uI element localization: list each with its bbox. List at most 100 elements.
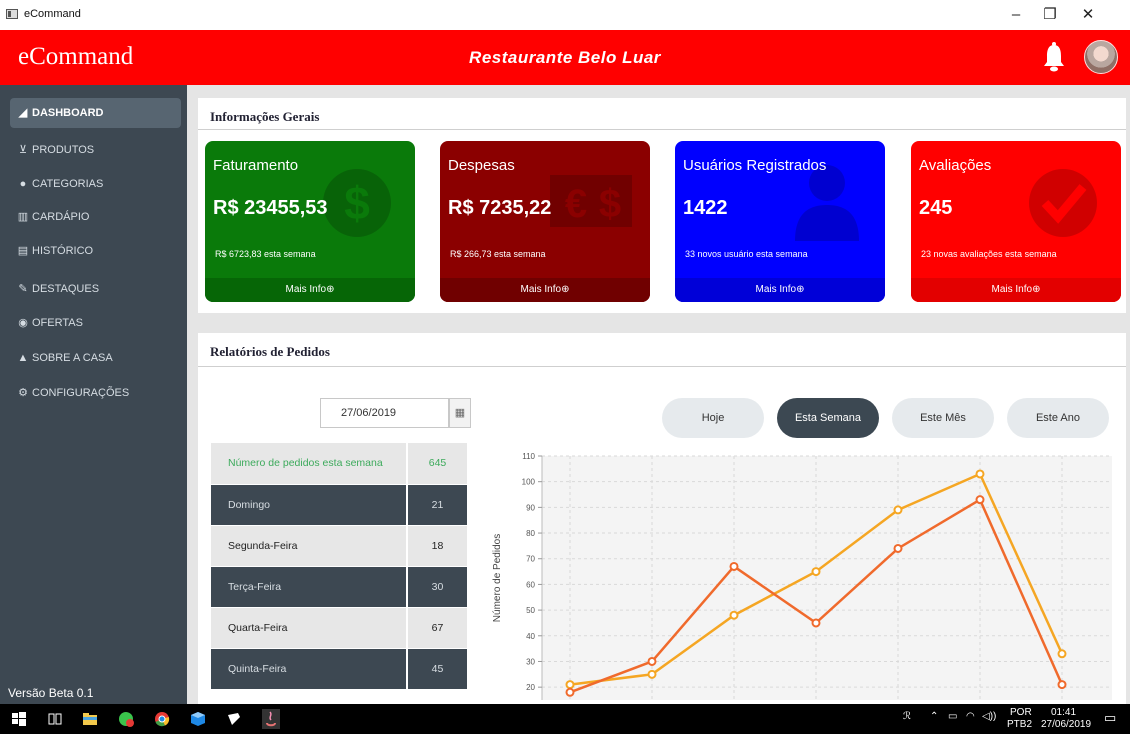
card-title: Despesas bbox=[448, 157, 515, 174]
data-point bbox=[729, 610, 739, 620]
row-label: Número de pedidos esta semana bbox=[211, 443, 407, 485]
app-header: eCommand Restaurante Belo Luar bbox=[0, 30, 1130, 85]
panel-divider bbox=[198, 366, 1126, 367]
mouse-tool-icon[interactable] bbox=[226, 711, 242, 727]
language-indicator[interactable]: POR bbox=[1010, 707, 1032, 718]
maximize-button[interactable]: ❐ bbox=[1034, 4, 1066, 26]
svg-text:$: $ bbox=[599, 182, 621, 226]
filter-hoje[interactable]: Hoje bbox=[662, 398, 764, 438]
offer-icon: ◉ bbox=[18, 317, 28, 329]
sidebar-item-historico[interactable]: ▤ HISTÓRICO bbox=[10, 236, 181, 266]
windows-taskbar: ℛ ⌃ ▭ ◠ ◁)) POR PTB2 01:41 27/06/2019 ▭ bbox=[0, 704, 1130, 734]
orders-line-chart: 20 30 40 50 60 70 80 90 100 110 Número de Pedidos bbox=[492, 452, 1112, 700]
sidebar-item-ofertas[interactable]: ◉ OFERTAS bbox=[10, 308, 181, 338]
data-point bbox=[565, 680, 575, 690]
clock-date[interactable]: 27/06/2019 bbox=[1041, 719, 1091, 730]
card-value: 245 bbox=[919, 197, 953, 219]
data-point bbox=[893, 505, 903, 515]
table-row-total: Número de pedidos esta semana 645 bbox=[211, 443, 467, 485]
tray-chevron-icon[interactable]: ⌃ bbox=[930, 711, 938, 722]
card-avaliacoes: Avaliações 245 23 novas avaliações esta … bbox=[911, 141, 1121, 302]
y-tick-label: 60 bbox=[526, 580, 535, 589]
sidebar-item-categorias[interactable]: ● CATEGORIAS bbox=[10, 169, 181, 199]
more-info-link[interactable]: Mais Info⊕ bbox=[675, 278, 885, 302]
settings-icon: ⚙ bbox=[18, 387, 28, 399]
window-title: eCommand bbox=[24, 8, 81, 20]
data-point bbox=[1057, 680, 1067, 690]
row-label: Terça-Feira bbox=[211, 566, 407, 608]
version-label: Versão Beta 0.1 bbox=[8, 686, 94, 700]
data-point bbox=[729, 561, 739, 571]
notification-center-icon[interactable]: ▭ bbox=[1104, 710, 1116, 726]
row-label: Quarta-Feira bbox=[211, 607, 407, 649]
card-title: Avaliações bbox=[919, 157, 992, 174]
more-info-link[interactable]: Mais Info⊕ bbox=[911, 278, 1121, 302]
sidebar-item-cardapio[interactable]: ▥ CARDÁPIO bbox=[10, 202, 181, 232]
people-icon[interactable]: ℛ bbox=[903, 711, 911, 722]
sidebar-item-configuracoes[interactable]: ⚙ CONFIGURAÇÕES bbox=[10, 378, 181, 408]
date-input[interactable]: 27/06/2019 bbox=[320, 398, 449, 428]
card-title: Usuários Registrados bbox=[683, 157, 827, 174]
sidebar-item-label: PRODUTOS bbox=[32, 144, 95, 156]
java-app-icon[interactable] bbox=[262, 709, 280, 729]
row-value: 645 bbox=[406, 443, 467, 485]
more-info-link[interactable]: Mais Info⊕ bbox=[205, 278, 415, 302]
card-despesas: € $ Despesas R$ 7235,22 R$ 266,73 esta s… bbox=[440, 141, 650, 302]
windows-start-icon[interactable] bbox=[11, 711, 27, 727]
y-tick-label: 50 bbox=[526, 606, 535, 615]
card-subtitle: R$ 266,73 esta semana bbox=[450, 249, 546, 259]
keyboard-layout[interactable]: PTB2 bbox=[1007, 719, 1032, 730]
notification-bell-icon[interactable] bbox=[1043, 42, 1065, 72]
wifi-icon[interactable]: ◠ bbox=[966, 711, 975, 722]
sidebar-item-label: DASHBOARD bbox=[32, 107, 104, 119]
data-point bbox=[975, 469, 985, 479]
check-icon bbox=[1029, 169, 1097, 237]
y-tick-label: 20 bbox=[526, 683, 535, 692]
minimize-button[interactable]: – bbox=[1000, 4, 1032, 26]
money-icon: € $ bbox=[550, 175, 632, 227]
data-point bbox=[893, 543, 903, 553]
data-point bbox=[647, 656, 657, 666]
virtualbox-icon[interactable] bbox=[190, 711, 206, 727]
data-point bbox=[811, 618, 821, 628]
filter-esta-semana[interactable]: Esta Semana bbox=[777, 398, 879, 438]
y-tick-label: 80 bbox=[526, 529, 535, 538]
menu-book-icon: ▥ bbox=[17, 211, 29, 223]
orders-report-title: Relatórios de Pedidos bbox=[210, 344, 330, 359]
filter-este-ano[interactable]: Este Ano bbox=[1007, 398, 1109, 438]
y-tick-label: 100 bbox=[522, 478, 536, 487]
filter-este-mes[interactable]: Este Mês bbox=[892, 398, 994, 438]
network-icon[interactable]: ▭ bbox=[948, 711, 957, 722]
sidebar-item-destaques[interactable]: ✎ DESTAQUES bbox=[10, 274, 181, 304]
y-tick-label: 40 bbox=[526, 632, 535, 641]
sidebar-item-sobre-a-casa[interactable]: ▲ SOBRE A CASA bbox=[10, 343, 181, 373]
file-explorer-icon[interactable] bbox=[82, 711, 98, 727]
user-avatar[interactable] bbox=[1084, 40, 1118, 74]
sidebar-item-dashboard[interactable]: ◢ DASHBOARD bbox=[10, 98, 181, 128]
sidebar-item-label: CONFIGURAÇÕES bbox=[32, 387, 130, 399]
row-label: Segunda-Feira bbox=[211, 525, 407, 567]
card-subtitle: 23 novas avaliações esta semana bbox=[921, 249, 1057, 259]
more-info-link[interactable]: Mais Info⊕ bbox=[440, 278, 650, 302]
sidebar-item-label: SOBRE A CASA bbox=[32, 352, 113, 364]
table-row: Quarta-Feira 67 bbox=[211, 607, 467, 649]
general-info-title: Informações Gerais bbox=[210, 109, 320, 124]
close-button[interactable]: ✕ bbox=[1072, 4, 1104, 26]
table-row: Quinta-Feira 45 bbox=[211, 648, 467, 690]
card-title: Faturamento bbox=[213, 157, 299, 174]
card-subtitle: 33 novos usuário esta semana bbox=[685, 249, 808, 259]
volume-icon[interactable]: ◁)) bbox=[982, 711, 996, 722]
card-value: R$ 7235,22 bbox=[448, 197, 552, 219]
chrome-icon[interactable] bbox=[154, 711, 170, 727]
data-point bbox=[565, 687, 575, 697]
whatsapp-icon[interactable] bbox=[118, 711, 134, 727]
sidebar-item-produtos[interactable]: ⊻ PRODUTOS bbox=[10, 135, 181, 165]
row-value: 67 bbox=[406, 607, 467, 649]
calendar-icon[interactable]: ▦ bbox=[449, 398, 471, 428]
app-window-icon bbox=[6, 9, 18, 19]
task-view-icon[interactable] bbox=[47, 711, 63, 727]
dashboard-icon: ◢ bbox=[18, 107, 28, 119]
clock-time[interactable]: 01:41 bbox=[1051, 707, 1076, 718]
card-subtitle: R$ 6723,83 esta semana bbox=[215, 249, 316, 259]
y-tick-label: 70 bbox=[526, 555, 535, 564]
